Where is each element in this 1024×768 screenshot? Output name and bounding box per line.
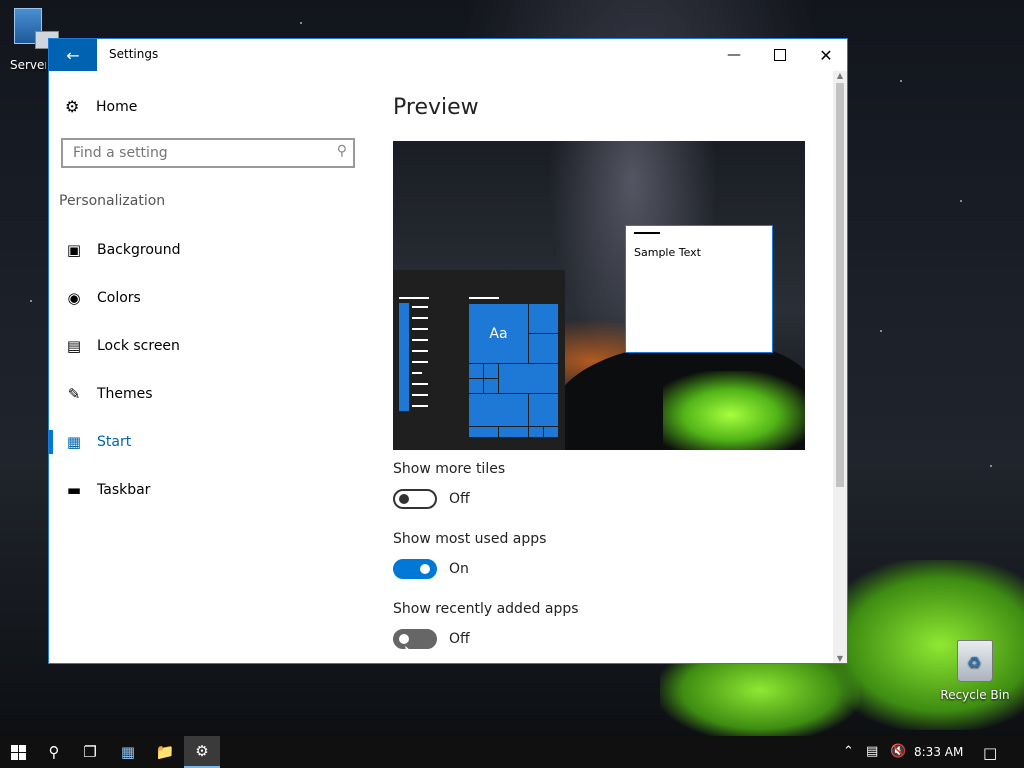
page-title: Preview [393, 95, 479, 120]
navigation-pane: ⚙ Home ⚲ Personalization ▣ Background ◉ … [49, 71, 369, 663]
start-preview: Aa Sample Text [393, 141, 805, 450]
notifications-icon[interactable]: □ [983, 744, 997, 762]
toggle-state: Off [449, 491, 470, 507]
section-label: Personalization [59, 193, 166, 209]
preview-tile-aa: Aa [468, 303, 529, 364]
arrow-left-icon: ← [66, 45, 80, 65]
settings-gear-icon: ⚙ [195, 742, 209, 760]
title-bar[interactable]: ← Settings — ✕ [49, 39, 847, 71]
palette-icon: ◉ [67, 289, 81, 307]
network-icon[interactable]: ▤ [866, 744, 878, 759]
sidebar-item-label: Colors [97, 290, 141, 306]
maximize-icon [774, 49, 786, 61]
taskbar-icon: ▬ [66, 481, 82, 499]
sidebar-item-themes[interactable]: ✎ Themes [49, 370, 369, 418]
scroll-up-icon[interactable]: ▲ [833, 71, 847, 80]
gear-icon: ⚙ [65, 97, 80, 116]
setting-label-recently-added-apps: Show recently added apps [393, 601, 579, 617]
toggle-more-tiles[interactable]: Off [393, 489, 470, 509]
taskbar-settings[interactable]: ⚙ [184, 736, 220, 768]
chevron-up-icon[interactable]: ⌃ [843, 744, 854, 759]
back-button[interactable]: ← [49, 39, 97, 71]
setting-label-more-tiles: Show more tiles [393, 461, 506, 477]
taskbar-file-explorer[interactable]: 📁 [147, 736, 183, 768]
taskbar-search-button[interactable]: ⚲ [36, 736, 72, 768]
sidebar-item-colors[interactable]: ◉ Colors [49, 274, 369, 322]
recycle-bin-icon: ♻ [957, 640, 993, 682]
start-tiles-icon: ▦ [66, 433, 82, 451]
scroll-down-icon[interactable]: ▼ [833, 654, 847, 663]
lock-screen-icon: ▤ [66, 337, 82, 355]
windows-start-icon [10, 744, 26, 760]
sidebar-item-label: Lock screen [97, 338, 180, 354]
start-button[interactable] [0, 736, 36, 768]
preview-start-menu: Aa [393, 270, 565, 450]
toggle-switch[interactable] [393, 489, 437, 509]
preview-sample-window: Sample Text [625, 225, 773, 353]
sidebar-item-background[interactable]: ▣ Background [49, 226, 369, 274]
preview-sample-text: Sample Text [634, 246, 701, 259]
toggle-switch[interactable] [393, 629, 437, 649]
desktop-icon-label: Server Manager [10, 58, 46, 72]
sidebar-item-taskbar[interactable]: ▬ Taskbar [49, 466, 369, 514]
image-icon: ▣ [66, 241, 82, 259]
sidebar-item-label: Background [97, 242, 181, 258]
sidebar-item-lock-screen[interactable]: ▤ Lock screen [49, 322, 369, 370]
sidebar-item-label: Taskbar [97, 482, 151, 498]
window-title: Settings [109, 47, 159, 61]
toggle-most-used-apps[interactable]: On [393, 559, 469, 579]
minimize-button[interactable]: — [711, 39, 757, 71]
sidebar-item-label: Start [97, 434, 132, 450]
settings-window: ← Settings — ✕ ⚙ Home ⚲ Personalization … [48, 38, 848, 664]
toggle-state: Off [449, 631, 470, 647]
task-view-icon: ❐ [83, 743, 97, 761]
server-manager-icon [14, 8, 59, 49]
search-input[interactable] [63, 140, 335, 166]
close-button[interactable]: ✕ [803, 39, 847, 71]
taskbar: ⚲ ❐ ▦ 📁 ⚙ ⌃ ▤ 🔇 8:33 AM □ [0, 736, 1024, 768]
toggle-state: On [449, 561, 469, 577]
nav-home-label: Home [96, 98, 138, 115]
task-view-button[interactable]: ❐ [72, 736, 108, 768]
file-explorer-icon: 📁 [155, 743, 175, 761]
minimize-icon: — [727, 47, 741, 63]
search-icon: ⚲ [336, 143, 347, 159]
search-box[interactable]: ⚲ [61, 138, 355, 168]
themes-icon: ✎ [67, 385, 81, 403]
desktop-icon-server-manager[interactable]: Server Manager [10, 8, 59, 72]
preview-tile-label: Aa [489, 325, 508, 342]
sidebar-item-label: Themes [97, 386, 153, 402]
taskbar-server-manager[interactable]: ▦ [110, 736, 146, 768]
search-icon: ⚲ [48, 743, 60, 761]
maximize-button[interactable] [757, 39, 803, 71]
sidebar-item-start[interactable]: ▦ Start [49, 418, 369, 466]
scrollbar[interactable]: ▲ ▼ [833, 71, 847, 663]
scroll-thumb[interactable] [836, 83, 844, 487]
close-icon: ✕ [819, 45, 833, 65]
volume-muted-icon[interactable]: 🔇 [890, 744, 906, 759]
clock[interactable]: 8:33 AM [914, 745, 963, 759]
toggle-switch[interactable] [393, 559, 437, 579]
setting-label-most-used-apps: Show most used apps [393, 531, 547, 547]
server-manager-icon: ▦ [120, 743, 136, 761]
content-pane: Preview Aa Sample Text Show more tiles O… [393, 71, 831, 663]
preview-tent [663, 371, 805, 450]
nav-home[interactable]: ⚙ Home [65, 97, 137, 116]
desktop-icon-recycle-bin[interactable]: ♻ Recycle Bin [940, 640, 1010, 702]
desktop-icon-label: Recycle Bin [940, 688, 1010, 702]
